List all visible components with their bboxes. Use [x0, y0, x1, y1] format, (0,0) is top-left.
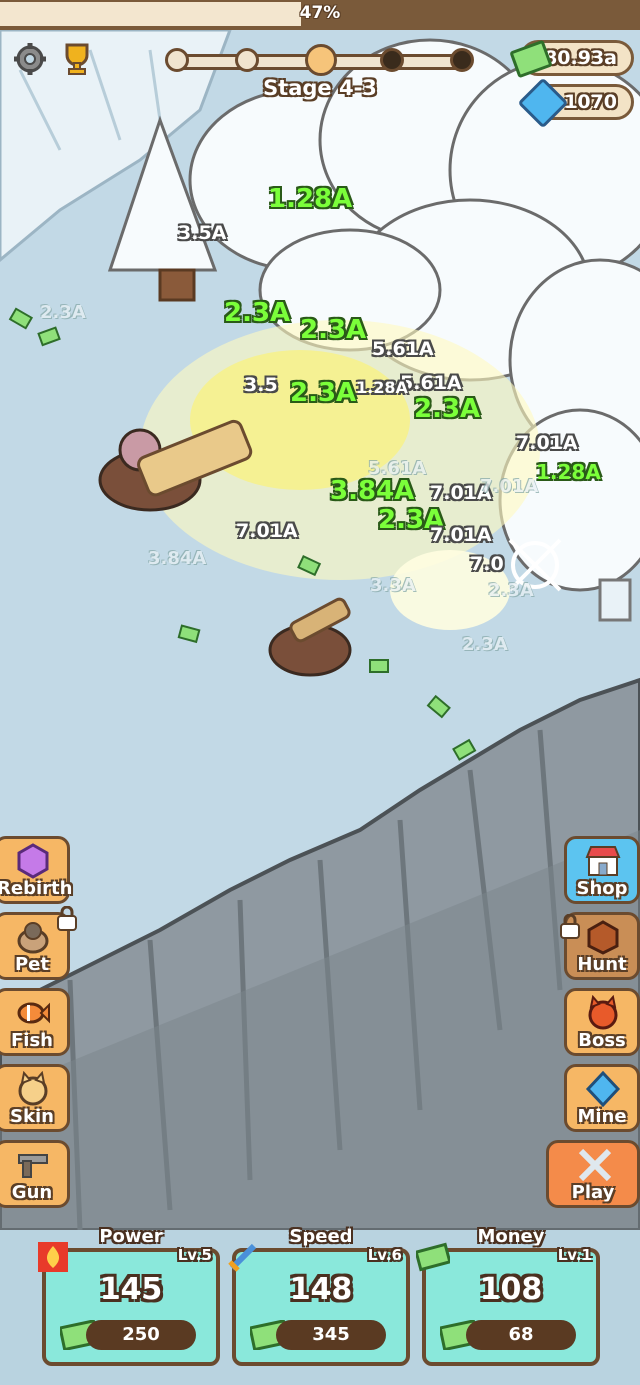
money-popup: 2.3A	[224, 298, 291, 328]
fish-label: Fish	[11, 1030, 53, 1051]
gem-icon	[17, 843, 49, 879]
mine-label: Mine	[577, 1106, 627, 1127]
mine-button[interactable]: Mine	[564, 1064, 640, 1132]
crossed-swords-icon	[578, 1148, 612, 1182]
gear-icon[interactable]	[11, 40, 49, 78]
cat-stage-marker-icon	[305, 44, 337, 76]
damage-popup: 7.01A	[236, 520, 298, 542]
hunt-icon	[587, 920, 619, 955]
sword-icon	[228, 1243, 257, 1272]
gun-button[interactable]: Gun	[0, 1140, 70, 1208]
money-cost: 68	[466, 1320, 576, 1350]
cash-counter: 380.93a	[509, 39, 634, 79]
skin-label: Skin	[10, 1106, 54, 1127]
stage-node	[380, 48, 404, 72]
faded-popup: 3.84A	[148, 548, 207, 569]
faded-popup: 3.3A	[370, 575, 416, 596]
flame-icon	[38, 1242, 68, 1272]
money-upgrade-card[interactable]: Lv.1 108 68	[416, 1242, 600, 1366]
progress-percent: 47%	[299, 3, 341, 23]
pet-label: Pet	[14, 954, 49, 975]
rebirth-button[interactable]: Rebirth	[0, 836, 73, 904]
shop-button[interactable]: Shop	[564, 836, 640, 904]
money-value: 108	[479, 1272, 543, 1307]
trophy-icon[interactable]	[58, 40, 96, 78]
boss-icon	[588, 995, 618, 1030]
power-upgrade-card[interactable]: Lv.5 145 250	[38, 1242, 220, 1366]
damage-popup: 1.28A	[356, 378, 408, 397]
diamond-icon	[585, 1071, 621, 1107]
stage-node	[450, 48, 474, 72]
speed-value: 148	[289, 1272, 353, 1307]
boss-label: Boss	[578, 1030, 626, 1051]
fish-button[interactable]: Fish	[0, 988, 70, 1056]
hunt-label: Hunt	[577, 954, 627, 975]
damage-popup: 3.5	[244, 374, 278, 396]
faded-popup: 2.3A	[462, 634, 508, 655]
money-popup: 2.3A	[414, 394, 481, 424]
faded-popup: 2.3A	[488, 580, 534, 601]
speed-upgrade-card[interactable]: Lv.6 148 345	[228, 1243, 410, 1366]
lock-icon	[57, 906, 77, 931]
power-level: Lv.5	[177, 1246, 212, 1264]
power-cost: 250	[86, 1320, 196, 1350]
money-popup: 2.3A	[290, 378, 357, 408]
cat-skin-icon	[18, 1071, 48, 1106]
damage-popup: 7.01A	[430, 524, 492, 546]
gem-counter: 1070	[517, 77, 634, 129]
stage-label: Stage 4-3	[263, 76, 377, 100]
stage-track	[165, 44, 475, 76]
damage-popup: 5.61A	[372, 338, 434, 360]
money-popup: 1.28A	[268, 184, 353, 214]
skin-button[interactable]: Skin	[0, 1064, 70, 1132]
money-popup: 3.84A	[330, 476, 415, 506]
play-label: Play	[571, 1182, 615, 1203]
fish-icon	[17, 1002, 50, 1024]
damage-popup: 5.61A	[400, 372, 462, 394]
pistol-icon	[18, 1154, 48, 1178]
boss-button[interactable]: Boss	[564, 988, 640, 1056]
faded-popup: 5.61A	[368, 458, 427, 479]
money-popup: 1.28A	[536, 460, 601, 484]
damage-popup: 7.0	[470, 553, 504, 575]
money-level: Lv.1	[557, 1246, 592, 1264]
stage-progress-bar: 47%	[0, 0, 640, 30]
shop-icon	[585, 846, 621, 876]
power-value: 145	[99, 1272, 163, 1307]
pet-icon	[17, 922, 49, 954]
stage-node	[235, 48, 259, 72]
speed-level: Lv.6	[367, 1246, 402, 1264]
faded-popup: 7.01A	[480, 476, 539, 497]
damage-popup: 7.01A	[516, 432, 578, 454]
rebirth-label: Rebirth	[0, 878, 73, 899]
cash-badge-icon	[416, 1242, 450, 1272]
faded-popup: 2.3A	[40, 302, 86, 323]
damage-popup: 3.5A	[178, 222, 227, 244]
stage-node	[165, 48, 189, 72]
money-popup: 2.3A	[300, 315, 367, 345]
shop-label: Shop	[576, 878, 628, 899]
lock-icon	[560, 914, 580, 939]
gun-label: Gun	[11, 1182, 53, 1203]
speed-cost: 345	[276, 1320, 386, 1350]
gem-amount: 1070	[564, 91, 617, 113]
play-button[interactable]: Play	[546, 1140, 640, 1208]
